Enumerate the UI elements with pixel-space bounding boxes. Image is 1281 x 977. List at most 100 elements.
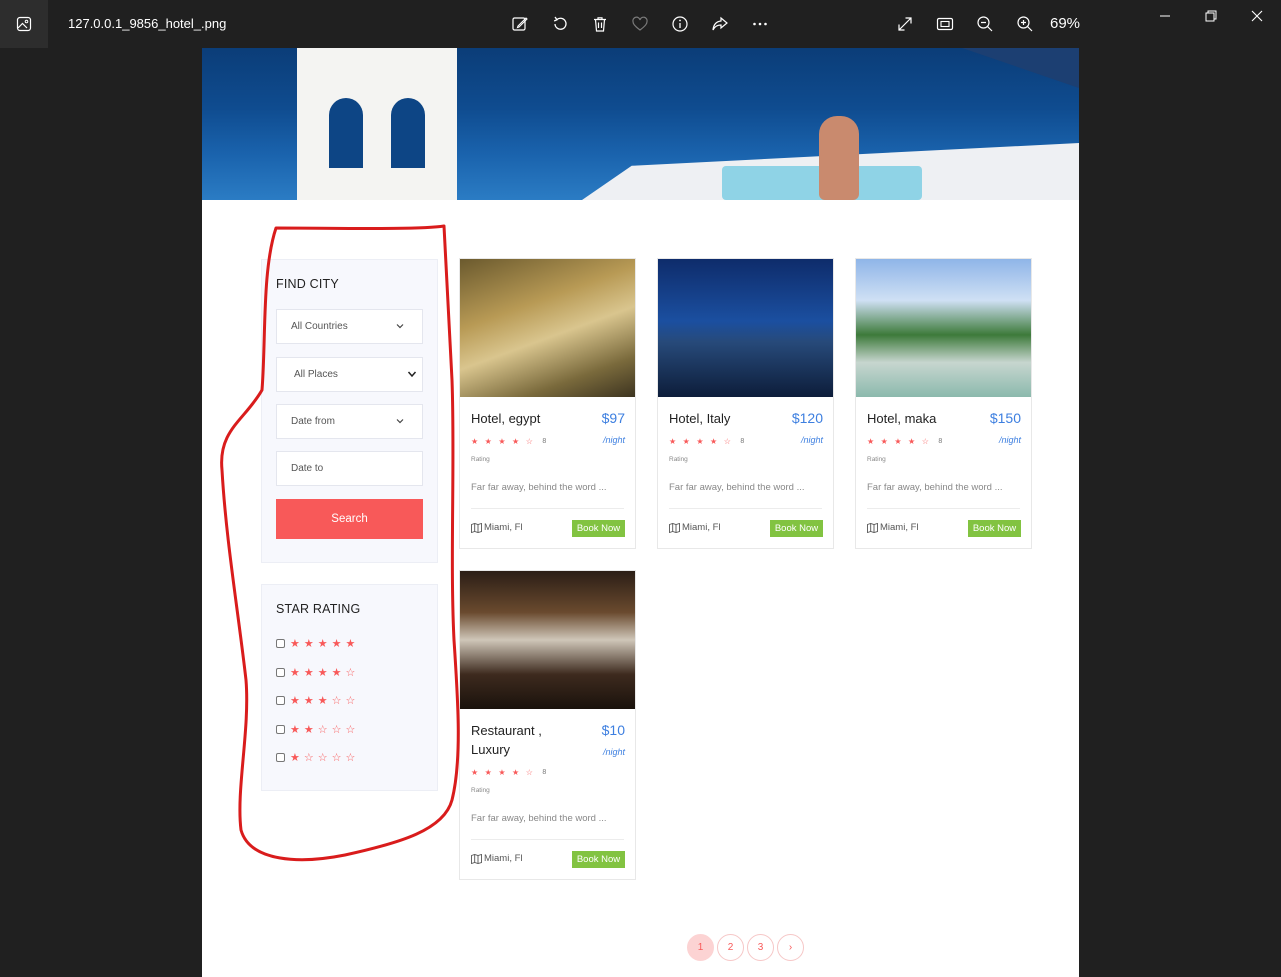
star-rating-option-5[interactable]: ★★★★★ [276, 636, 359, 650]
fullscreen-icon[interactable] [893, 12, 917, 36]
rating-stars: ★★★★★ [290, 637, 360, 650]
star-rating-option-3[interactable]: ★★★☆☆ [276, 693, 359, 707]
next-page-button[interactable]: › [777, 934, 804, 961]
hotel-name[interactable]: Restaurant , Luxury [471, 721, 566, 759]
fit-window-icon[interactable] [933, 12, 957, 36]
info-icon[interactable] [668, 12, 692, 36]
page-1-button[interactable]: 1 [687, 934, 714, 961]
hotel-rating: ★★★★☆ 8 [867, 437, 942, 446]
rating-stars: ★★★★☆ [471, 768, 540, 777]
hotel-name[interactable]: Hotel, maka [867, 409, 962, 428]
star-rating-checkbox[interactable] [276, 638, 285, 648]
book-now-button[interactable]: Book Now [770, 520, 823, 537]
rating-count: 8 [542, 769, 547, 776]
search-button[interactable]: Search [276, 499, 423, 539]
hotel-description: Far far away, behind the word ... [867, 482, 1003, 493]
star-rating-checkbox[interactable] [276, 695, 285, 705]
rating-stars: ★★☆☆☆ [290, 723, 360, 736]
rating-stars: ★★★★☆ [290, 666, 360, 679]
file-name: 127.0.0.1_9856_hotel_.png [68, 16, 227, 31]
country-select[interactable]: All Countries [276, 309, 423, 344]
zoom-level[interactable]: 69% [1050, 15, 1080, 32]
more-icon[interactable] [748, 12, 772, 36]
rating-count: 8 [740, 438, 745, 445]
rating-stars: ★★★☆☆ [290, 694, 360, 707]
favorite-icon[interactable] [628, 12, 652, 36]
hotel-location: Miami, Fl [867, 522, 919, 533]
place-select[interactable]: All Places [276, 357, 423, 392]
hotel-image[interactable] [856, 259, 1031, 397]
price-unit: /night [602, 435, 625, 445]
hotel-name[interactable]: Hotel, Italy [669, 409, 764, 428]
hotel-description: Far far away, behind the word ... [471, 482, 607, 493]
hotel-image[interactable] [460, 571, 635, 709]
hotel-description: Far far away, behind the word ... [471, 813, 607, 824]
book-now-button[interactable]: Book Now [968, 520, 1021, 537]
edit-image-icon[interactable] [508, 12, 532, 36]
location-text: Miami, Fl [484, 522, 523, 533]
hotel-image[interactable] [460, 259, 635, 397]
star-rating-checkbox[interactable] [276, 752, 285, 762]
map-icon [669, 522, 680, 533]
rating-stars: ★★★★☆ [867, 437, 936, 446]
star-rating-option-4[interactable]: ★★★★☆ [276, 665, 359, 679]
hotel-card[interactable]: Restaurant , Luxury $10 /night ★★★★☆ 8 R… [459, 570, 636, 880]
star-rating-title: STAR RATING [276, 602, 361, 616]
share-icon[interactable] [708, 12, 732, 36]
location-text: Miami, Fl [484, 853, 523, 864]
location-text: Miami, Fl [682, 522, 721, 533]
rotate-icon[interactable] [548, 12, 572, 36]
star-rating-checkbox[interactable] [276, 724, 285, 734]
place-select-value: All Places [294, 369, 338, 380]
price-unit: /night [800, 435, 823, 445]
close-icon[interactable] [1245, 6, 1269, 26]
zoom-in-icon[interactable] [1013, 12, 1037, 36]
hotel-image[interactable] [658, 259, 833, 397]
rating-stars: ★★★★☆ [669, 437, 738, 446]
star-rating-option-2[interactable]: ★★☆☆☆ [276, 722, 359, 736]
chevron-down-icon [396, 324, 404, 329]
rating-count: 8 [542, 438, 547, 445]
delete-icon[interactable] [588, 12, 612, 36]
zoom-out-icon[interactable] [973, 12, 997, 36]
hero-image [202, 48, 1079, 200]
location-text: Miami, Fl [880, 522, 919, 533]
hotel-rating: ★★★★☆ 8 [669, 437, 744, 446]
hotel-rating: ★★★★☆ 8 [471, 768, 546, 777]
page-2-button[interactable]: 2 [717, 934, 744, 961]
find-city-title: FIND CITY [276, 277, 339, 291]
find-city-panel: FIND CITY All Countries All Places Date … [261, 259, 438, 563]
hotel-location: Miami, Fl [471, 853, 523, 864]
chevron-down-icon [396, 419, 404, 424]
date-to-value: Date to [291, 463, 324, 474]
minimize-icon[interactable] [1153, 6, 1177, 26]
hotel-card[interactable]: Hotel, Italy $120 /night ★★★★☆ 8 Rating … [657, 258, 834, 549]
star-rating-checkbox[interactable] [276, 667, 285, 677]
date-from-select[interactable]: Date from [276, 404, 423, 439]
restore-icon[interactable] [1199, 6, 1223, 26]
price-unit: /night [998, 435, 1021, 445]
book-now-button[interactable]: Book Now [572, 520, 625, 537]
photos-app-icon[interactable] [0, 0, 48, 48]
rating-stars: ★★★★☆ [471, 437, 540, 446]
map-icon [471, 522, 482, 533]
hotel-page: FIND CITY All Countries All Places Date … [202, 48, 1079, 977]
bell-tower-shape [297, 48, 457, 200]
hotel-price: $10 [601, 722, 625, 738]
rating-label: Rating [471, 787, 490, 794]
hotel-price: $150 [989, 410, 1021, 426]
page-3-button[interactable]: 3 [747, 934, 774, 961]
card-divider [471, 508, 624, 509]
hotel-card[interactable]: Hotel, egypt $97 /night ★★★★☆ 8 Rating F… [459, 258, 636, 549]
rating-label: Rating [669, 456, 688, 463]
price-unit: /night [602, 747, 625, 757]
map-icon [471, 853, 482, 864]
rating-label: Rating [471, 456, 490, 463]
hotel-card[interactable]: Hotel, maka $150 /night ★★★★☆ 8 Rating F… [855, 258, 1032, 549]
date-to-field[interactable]: Date to [276, 451, 423, 486]
star-rating-option-1[interactable]: ★☆☆☆☆ [276, 750, 359, 764]
hotel-location: Miami, Fl [471, 522, 523, 533]
book-now-button[interactable]: Book Now [572, 851, 625, 868]
hotel-name[interactable]: Hotel, egypt [471, 409, 566, 428]
viewer-toolbar: 127.0.0.1_9856_hotel_.png 69% [0, 0, 1281, 48]
